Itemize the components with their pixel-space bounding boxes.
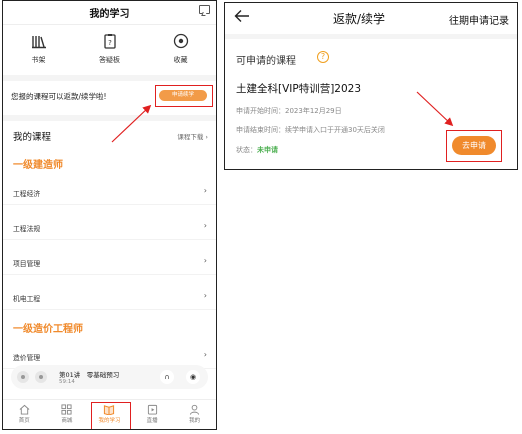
live-icon — [147, 404, 157, 415]
tab-profile[interactable]: 我的 — [173, 400, 216, 429]
svg-text:?: ? — [108, 39, 112, 47]
tab-label: 直播 — [146, 418, 158, 424]
grid-icon — [61, 404, 72, 415]
apply-start-time: 申请开始时间：2023年12月29日 — [236, 106, 342, 116]
header-bar: 我的学习 — [3, 1, 216, 25]
quick-links: 书架 ? 答疑板 收藏 — [3, 31, 216, 71]
highlight-box: 申请续学 — [155, 85, 213, 107]
my-courses-title: 我的课程 — [13, 132, 52, 143]
course-download-link[interactable]: 课程下载 › — [177, 131, 208, 141]
my-courses-header: 我的课程 课程下载 › — [3, 127, 216, 145]
quick-link-bookshelf[interactable]: 书架 — [3, 31, 74, 71]
chevron-right-icon: › — [203, 350, 207, 359]
quick-link-qa-board[interactable]: ? 答疑板 — [74, 31, 145, 71]
course-download-label: 课程下载 — [177, 133, 204, 141]
highlight-box — [91, 402, 131, 429]
quick-link-label: 书架 — [31, 56, 46, 64]
quick-link-label: 收藏 — [173, 56, 188, 64]
player-dot-icon — [17, 371, 29, 383]
user-icon — [190, 404, 200, 415]
mini-player[interactable]: 第01讲 零基础预习 59:14 ∩ ◉ — [11, 365, 208, 389]
category-title: 一级造价工程师 — [13, 324, 83, 335]
bookshelf-icon — [31, 36, 46, 49]
chevron-right-icon: › — [203, 256, 207, 265]
refund-notice-text: 您报的课程可以返款/续学啦! — [11, 92, 107, 101]
course-item-label: 造价管理 — [13, 354, 41, 362]
my-learning-screen: 我的学习 书架 ? 答疑板 收藏 您报的课程可以返款/续学啦! 申请续学 我的课… — [2, 0, 217, 430]
help-icon[interactable]: ? — [317, 51, 329, 63]
apply-end-value: 续学申请入口于开通30天后关闭 — [285, 126, 385, 134]
apply-end-label: 申请结束时间： — [236, 126, 285, 134]
category-title: 一级建造师 — [13, 160, 63, 171]
favorite-icon — [173, 33, 188, 49]
tab-mall[interactable]: 商城 — [46, 400, 89, 429]
course-item[interactable]: 工程经济 › — [3, 179, 216, 205]
chevron-right-icon: › — [203, 186, 207, 195]
refund-renewal-screen: 返款/续学 往期申请记录 可申请的课程 ? 土建全科[VIP特训营]2023 申… — [224, 2, 518, 170]
page-title: 返款/续学 — [333, 12, 386, 26]
apply-renewal-button[interactable]: 申请续学 — [159, 90, 207, 101]
chevron-right-icon: › — [203, 291, 207, 300]
section-divider — [225, 34, 517, 39]
course-item[interactable]: 机电工程 › — [3, 284, 216, 310]
tab-label: 我的 — [189, 418, 201, 424]
course-item[interactable]: 工程法规 › — [3, 214, 216, 240]
course-item-label: 项目管理 — [13, 260, 41, 268]
course-item-label: 机电工程 — [13, 295, 41, 303]
chevron-right-icon: › — [205, 133, 208, 141]
play-button-icon[interactable]: ◉ — [186, 370, 200, 384]
available-courses-title: 可申请的课程 — [236, 56, 296, 67]
tab-live[interactable]: 直播 — [131, 400, 174, 429]
highlight-box: 去申请 — [446, 130, 502, 162]
player-time: 59:14 — [59, 379, 75, 385]
course-name: 土建全科[VIP特训营]2023 — [236, 83, 362, 95]
back-arrow-icon[interactable] — [234, 9, 250, 23]
course-item-label: 工程法规 — [13, 225, 41, 233]
chevron-right-icon: › — [203, 221, 207, 230]
course-item-label: 工程经济 — [13, 190, 41, 198]
tab-label: 商城 — [61, 418, 73, 424]
apply-status: 状态：未申请 — [236, 145, 278, 155]
player-lesson-title: 第01讲 零基础预习 — [59, 371, 120, 379]
page-title: 我的学习 — [89, 9, 130, 20]
apply-start-value: 2023年12月29日 — [285, 107, 342, 115]
player-disc-icon — [35, 371, 47, 383]
qa-board-icon: ? — [103, 34, 116, 49]
apply-start-label: 申请开始时间： — [236, 107, 285, 115]
history-records-link[interactable]: 往期申请记录 — [449, 12, 509, 27]
status-badge: 未申请 — [257, 146, 278, 154]
go-apply-button[interactable]: 去申请 — [452, 136, 496, 155]
message-icon[interactable] — [199, 5, 210, 14]
headphones-icon[interactable]: ∩ — [160, 370, 174, 384]
refund-notice: 您报的课程可以返款/续学啦! 申请续学 — [3, 81, 216, 111]
section-divider — [3, 115, 216, 121]
home-icon — [19, 404, 30, 415]
course-item[interactable]: 项目管理 › — [3, 249, 216, 275]
apply-end-time: 申请结束时间：续学申请入口于开通30天后关闭 — [236, 125, 385, 135]
quick-link-favorites[interactable]: 收藏 — [145, 31, 216, 71]
tab-home[interactable]: 首页 — [3, 400, 46, 429]
quick-link-label: 答疑板 — [99, 56, 120, 64]
tab-label: 首页 — [18, 418, 30, 424]
status-label: 状态： — [236, 146, 257, 154]
